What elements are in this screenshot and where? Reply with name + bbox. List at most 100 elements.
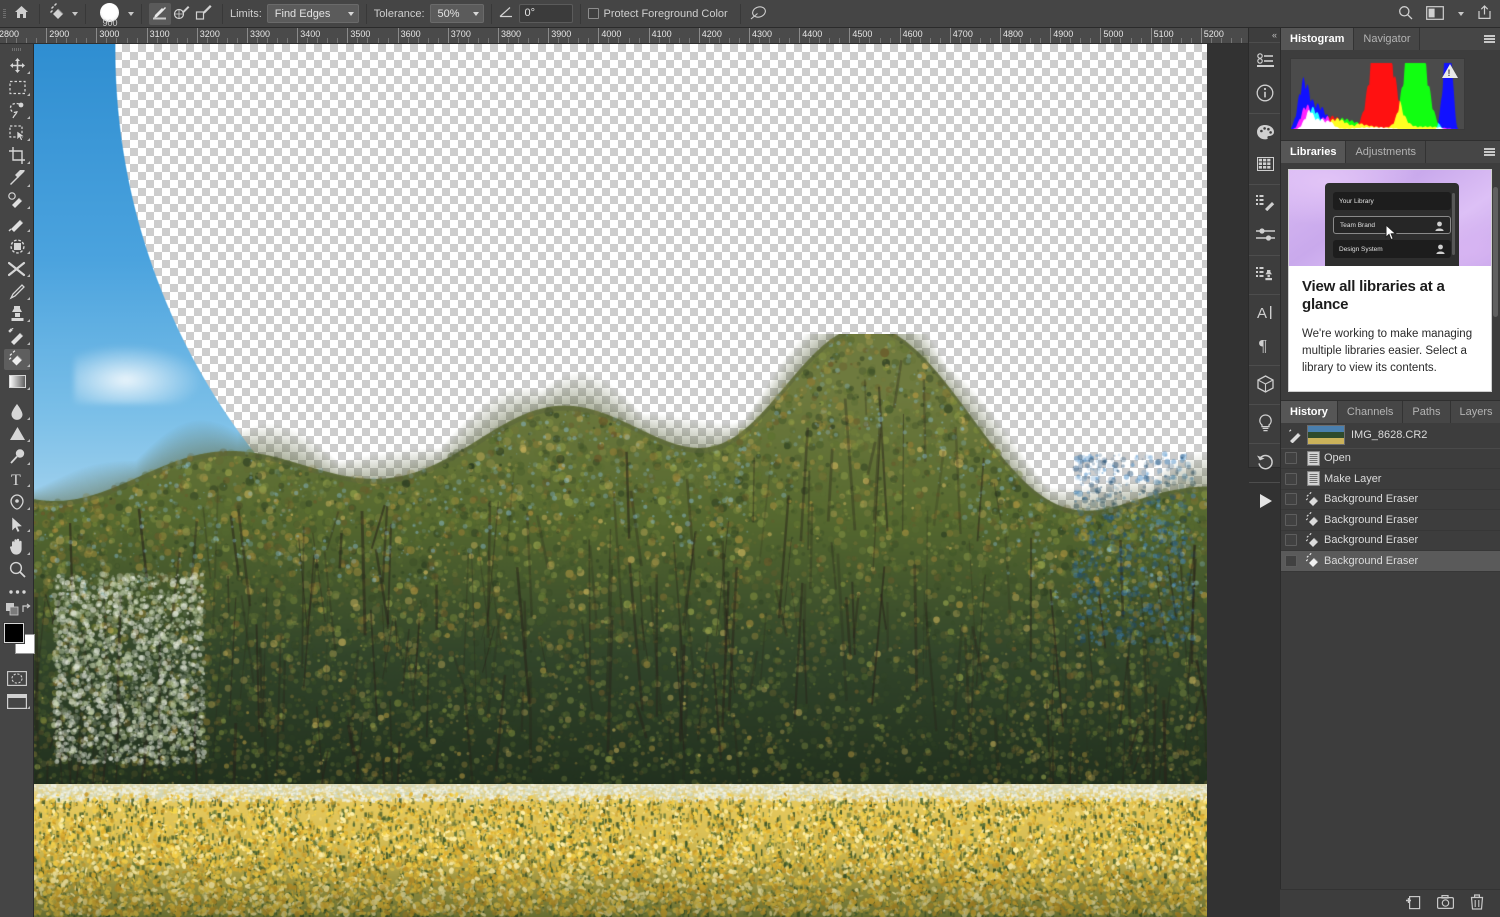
brush-preset-picker[interactable]: 900 — [93, 0, 127, 28]
dock-paragraph[interactable]: ¶ — [1249, 330, 1281, 362]
workspace-chevron-down-icon[interactable] — [1458, 12, 1464, 16]
history-brush-toggle[interactable] — [1285, 493, 1297, 506]
mixer-brush-tool[interactable] — [0, 325, 34, 348]
history-brush-toggle[interactable] — [1285, 534, 1297, 547]
history-state-row[interactable]: Make Layer — [1281, 469, 1500, 490]
dock-actions-history[interactable] — [1249, 447, 1281, 479]
history-brush-tool[interactable] — [0, 257, 34, 280]
home-button[interactable] — [10, 3, 32, 25]
dodge-tool[interactable] — [0, 423, 34, 446]
dock-color[interactable] — [1249, 117, 1281, 149]
tab-libraries[interactable]: Libraries — [1281, 141, 1347, 163]
tab-adjustments[interactable]: Adjustments — [1346, 141, 1426, 163]
history-state-row[interactable]: Background Eraser — [1281, 551, 1500, 572]
libraries-scrollbar[interactable] — [1493, 187, 1498, 317]
dock-swatches[interactable] — [1249, 149, 1281, 181]
foreground-color-swatch[interactable] — [3, 622, 25, 645]
gradient-tool[interactable] — [0, 370, 34, 393]
zoom-tool[interactable] — [0, 558, 34, 581]
history-brush-toggle[interactable] — [1285, 472, 1297, 485]
tool-preset-chevron-down-icon[interactable] — [72, 11, 78, 16]
libraries-promo-card[interactable]: Your Library Team Brand Design System Vi… — [1288, 169, 1492, 392]
color-swatches[interactable] — [0, 621, 35, 661]
tab-channels[interactable]: Channels — [1337, 400, 1404, 423]
history-state-row[interactable]: Background Eraser — [1281, 490, 1500, 511]
tab-history[interactable]: History — [1281, 400, 1338, 423]
history-state-row[interactable]: Open — [1281, 449, 1500, 470]
blur-tool[interactable] — [0, 400, 34, 423]
tool-preset-picker[interactable] — [47, 3, 71, 25]
dock-learn[interactable] — [1249, 408, 1281, 440]
canvas-area[interactable] — [17, 44, 1265, 917]
rectangular-marquee-tool[interactable] — [0, 77, 34, 100]
burn-tool[interactable] — [0, 445, 34, 468]
document-canvas[interactable] — [34, 44, 1207, 917]
history-state-row[interactable]: Background Eraser — [1281, 531, 1500, 552]
object-selection-tool[interactable] — [0, 122, 34, 145]
toolbar-divider — [0, 393, 33, 400]
spot-healing-brush-tool[interactable] — [0, 190, 34, 213]
protect-foreground-color-checkbox[interactable]: Protect Foreground Color — [587, 8, 733, 20]
libraries-panel-menu-button[interactable] — [1478, 141, 1500, 163]
dock-3d[interactable] — [1249, 369, 1281, 401]
history-snapshot-row[interactable]: IMG_8628.CR2 — [1281, 422, 1500, 449]
background-eraser-tool[interactable] — [0, 348, 34, 371]
dock-play-actions[interactable] — [1249, 486, 1281, 518]
angle-field[interactable]: 0° — [518, 4, 573, 23]
brush-size-value: 900 — [102, 17, 118, 28]
home-icon — [14, 5, 29, 22]
history-brush-toggle[interactable] — [1285, 452, 1297, 465]
sampling-background-swatch-button[interactable] — [193, 3, 215, 25]
sampling-once-button[interactable] — [171, 3, 193, 25]
brushes-sliders-icon — [1255, 227, 1275, 245]
search-icon[interactable] — [1398, 5, 1413, 23]
dock-brushes[interactable] — [1249, 220, 1281, 252]
horizontal-ruler[interactable]: 2800 2900 3000 3100 3200 3300 3400 3500 3600 3700… — [0, 28, 1265, 44]
collapse-panels-icon[interactable]: « — [1249, 28, 1280, 42]
quick-mask-button[interactable] — [0, 667, 34, 690]
history-brush-toggle[interactable] — [1285, 554, 1297, 567]
tolerance-dropdown[interactable]: 50% — [429, 4, 484, 23]
swap-colors-icon[interactable] — [22, 603, 33, 617]
tab-histogram[interactable]: Histogram — [1281, 28, 1355, 50]
pressure-for-size-button[interactable] — [748, 3, 770, 25]
share-icon[interactable] — [1477, 5, 1492, 23]
dock-properties[interactable] — [1249, 46, 1281, 78]
history-state-row[interactable]: Background Eraser — [1281, 510, 1500, 531]
type-tool[interactable]: T — [0, 468, 34, 491]
workspace-icon[interactable] — [1426, 5, 1444, 23]
histogram-panel-menu-button[interactable] — [1478, 28, 1500, 50]
tab-paths[interactable]: Paths — [1403, 400, 1451, 423]
dock-clone-source[interactable] — [1249, 259, 1281, 291]
move-tool[interactable] — [0, 54, 34, 77]
tab-layers[interactable]: Layers — [1450, 400, 1500, 423]
pencil-tool[interactable] — [0, 280, 34, 303]
hand-tool[interactable] — [0, 535, 34, 558]
dock-info[interactable] — [1249, 78, 1281, 110]
crop-tool[interactable] — [0, 144, 34, 167]
options-bar-grip[interactable] — [0, 0, 10, 28]
sampling-continuous-button[interactable] — [149, 2, 171, 25]
tab-navigator[interactable]: Navigator — [1354, 28, 1421, 50]
dock-character[interactable]: A — [1249, 298, 1281, 330]
clone-stamp-tool[interactable] — [0, 303, 34, 326]
history-brush-toggle[interactable] — [1285, 513, 1297, 526]
lasso-tool[interactable] — [0, 99, 34, 122]
paintbrush-tool[interactable] — [0, 212, 34, 235]
path-selection-tool[interactable] — [0, 513, 34, 536]
default-colors-icon[interactable] — [6, 603, 19, 619]
edit-toolbar-button[interactable] — [0, 581, 34, 604]
delete-state-button[interactable] — [1470, 894, 1484, 913]
pen-tool[interactable] — [0, 490, 34, 513]
history-brush-source-icon[interactable] — [1285, 427, 1307, 443]
brush-chevron-down-icon[interactable] — [128, 11, 134, 16]
limits-dropdown[interactable]: Find Edges — [266, 4, 359, 23]
dock-brush-settings[interactable] — [1249, 188, 1281, 220]
pattern-stamp-tool[interactable] — [0, 235, 34, 258]
eyedropper-tool[interactable] — [0, 167, 34, 190]
create-document-from-state-button[interactable] — [1405, 894, 1421, 913]
screen-mode-button[interactable] — [0, 690, 34, 713]
cached-data-warning-icon[interactable] — [1442, 64, 1458, 78]
create-snapshot-button[interactable] — [1437, 895, 1455, 912]
toolbar-grip[interactable] — [0, 46, 33, 54]
